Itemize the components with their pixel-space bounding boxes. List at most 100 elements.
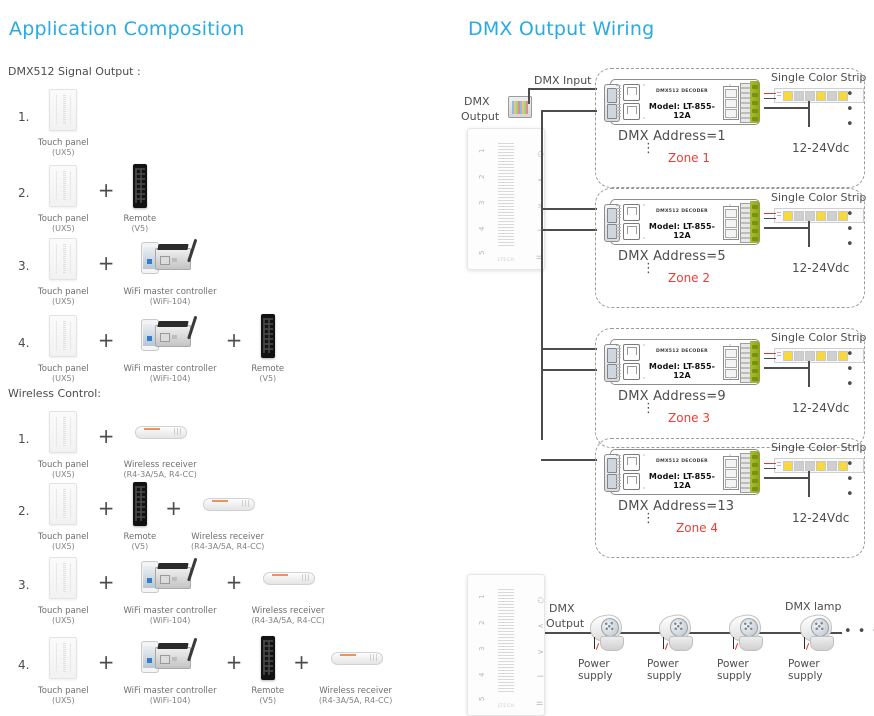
dmx-address-label-3: DMX Address=9 (618, 389, 726, 404)
strip-continuation-dots-3: • • • (846, 347, 855, 392)
device-caption: Wireless receiver (R4-3A/5A, R4-CC) (319, 686, 392, 706)
strip-label-2: Single Color Strip (771, 191, 867, 204)
remote-icon (132, 478, 147, 530)
device-model: (V5) (259, 696, 277, 705)
zone-label-4: Zone 4 (676, 521, 718, 535)
decoder-model-label: Model: LT-855-12A (648, 472, 716, 490)
device-name: Remote (123, 214, 157, 224)
panel-number-4: 4 (478, 672, 486, 677)
panel-number-5: 5 (478, 250, 486, 255)
device-touch-panel: Touch panel (UX5) (38, 310, 89, 384)
device-caption: Remote (V5) (123, 214, 156, 234)
panel-number-1: 1 (478, 148, 486, 153)
device-model: (V5) (131, 542, 149, 551)
device-model: (UX5) (52, 297, 75, 306)
composition-row-dmx-3: 3. Touch panel (UX5) + WiFi master contr… (18, 233, 217, 307)
device-touch-panel: Touch panel (UX5) (38, 552, 89, 626)
device-caption: Remote (V5) (251, 364, 284, 384)
device-name: Touch panel (38, 460, 89, 470)
device-model: (R4-3A/5A, R4-CC) (191, 542, 265, 551)
device-model: (R4-3A/5A, R4-CC) (251, 616, 325, 625)
device-wifi-controller: WiFi master controller (WiFi-104) (123, 632, 217, 706)
dmx-output-label-bottom-line1: DMX (549, 602, 575, 615)
panel-number-2: 2 (478, 174, 486, 179)
vertical-dots-1: ⋮ (642, 141, 655, 156)
dmx-lamp-4 (797, 611, 838, 651)
composition-row-dmx-1: 1. Touch panel (UX5) (18, 84, 89, 158)
device-name: Remote (251, 364, 285, 374)
page-title-dmx-output-wiring: DMX Output Wiring (468, 18, 655, 40)
chevron-up-icon[interactable]: ∧ (536, 623, 545, 629)
vertical-dots-4: ⋮ (642, 511, 655, 526)
brand-label: LTECH (497, 258, 515, 263)
dmx-output-label-line1: DMX (464, 95, 490, 108)
decoder-brand-label: DMX512 DECODER (655, 209, 709, 214)
device-caption: Wireless receiver (R4-3A/5A, R4-CC) (251, 606, 324, 626)
composition-row-wireless-1: 1. Touch panel (UX5) + Wireless receiver… (18, 406, 197, 480)
dmx-output-wiring-panel: DMX Output Wiring DMX Input DMX Output 1… (455, 0, 874, 716)
page-title-application-composition: Application Composition (9, 18, 245, 40)
composition-row-wireless-4: 4. Touch panel (UX5) + WiFi master contr… (18, 632, 392, 706)
wire-bus-vertical (541, 111, 543, 440)
device-caption: Remote (V5) (251, 686, 284, 706)
scene-one-icon[interactable]: I (536, 675, 545, 677)
touch-panel-icon (49, 160, 78, 212)
device-name: Wireless receiver (319, 686, 393, 696)
decoder-model-label: Model: LT-855-12A (648, 102, 716, 120)
chevron-down-icon[interactable]: ∨ (536, 649, 545, 655)
device-caption: WiFi master controller (WiFi-104) (123, 606, 216, 626)
panel-number-1: 1 (478, 594, 486, 599)
row-index: 1. (18, 110, 30, 124)
device-model: (UX5) (52, 616, 75, 625)
device-caption: WiFi master controller (WiFi-104) (123, 364, 216, 384)
strip-continuation-dots-2: • • • (846, 207, 855, 252)
brightness-slider[interactable] (498, 589, 514, 693)
device-touch-panel: Touch panel (UX5) (38, 406, 89, 480)
output-terminal-block (750, 201, 760, 243)
plus-symbol: + (225, 570, 243, 594)
brightness-slider[interactable] (498, 143, 514, 247)
plus-symbol: + (97, 496, 115, 520)
device-touch-panel: Touch panel (UX5) (38, 84, 89, 158)
touch-panel-console-top[interactable]: 1 2 3 4 5 ⏻ ∧ ∨ I II LTECH (467, 128, 545, 270)
composition-row-wireless-3: 3. Touch panel (UX5) + WiFi master contr… (18, 552, 325, 626)
row-index: 3. (18, 578, 30, 592)
touch-panel-console-bottom[interactable]: 1 2 3 4 5 ⏻ ∧ ∨ I II LTECH (467, 574, 545, 716)
device-model: (WiFi-104) (149, 696, 191, 705)
dmx-output-label-line2: Output (461, 110, 500, 123)
wifi-controller-icon (141, 552, 199, 604)
device-name: Touch panel (38, 532, 89, 542)
dmx-lamp-1 (587, 611, 628, 651)
output-terminal-block (750, 341, 760, 383)
device-caption: Wireless receiver (R4-3A/5A, R4-CC) (123, 460, 196, 480)
plus-symbol: + (97, 650, 115, 674)
composition-row-wireless-2: 2. Touch panel (UX5) + Remote (V5) + Wir… (18, 478, 264, 552)
lamp-continuation-dots: • • • (844, 624, 874, 639)
dmx-decoder-3: DMX512 DECODER Model: LT-855-12A (604, 339, 760, 385)
dmx-decoder-4: DMX512 DECODER Model: LT-855-12A (604, 449, 760, 495)
voltage-label-2: 12-24Vdc (792, 261, 850, 275)
dmx-lamp-2 (656, 611, 697, 651)
power-icon[interactable]: ⏻ (536, 597, 546, 603)
power-supply-label-4: Power supply (788, 658, 823, 682)
device-wifi-controller: WiFi master controller (WiFi-104) (123, 233, 217, 307)
zone-label-2: Zone 2 (668, 271, 710, 285)
device-touch-panel: Touch panel (UX5) (38, 478, 89, 552)
device-name: Touch panel (38, 606, 89, 616)
touch-panel-icon (49, 406, 78, 458)
device-model: (UX5) (52, 148, 75, 157)
remote-icon (132, 160, 147, 212)
plus-symbol: + (165, 496, 183, 520)
plus-symbol: + (97, 251, 115, 275)
wire-in-zone2 (541, 208, 597, 210)
plus-symbol: + (225, 650, 243, 674)
strip-continuation-dots-4: • • • (846, 457, 855, 502)
device-name: Touch panel (38, 686, 89, 696)
dmx-address-label-2: DMX Address=5 (618, 249, 726, 264)
zone-box-1: DMX512 DECODER Model: LT-855-12A DMX Add… (595, 68, 866, 188)
device-model: (UX5) (52, 696, 75, 705)
dip-switch-icon (723, 86, 739, 120)
device-caption: Wireless receiver (R4-3A/5A, R4-CC) (191, 532, 264, 552)
wifi-controller-icon (141, 233, 199, 285)
touch-panel-icon (49, 632, 78, 684)
